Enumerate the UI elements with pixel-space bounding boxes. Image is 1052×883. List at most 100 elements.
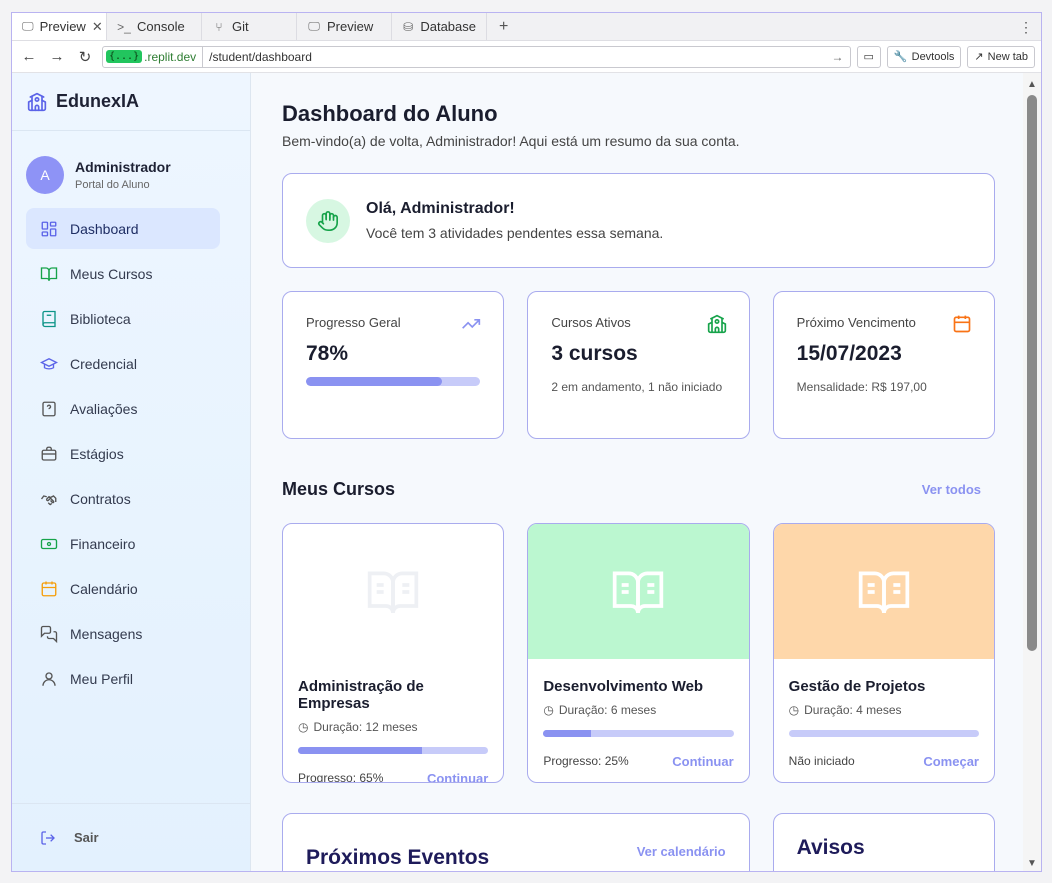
clock-icon: ◷ bbox=[298, 720, 309, 734]
banknote-icon bbox=[40, 538, 58, 549]
git-icon: ⑂ bbox=[215, 19, 223, 34]
sidebar-item-mensagens[interactable]: Mensagens bbox=[26, 613, 220, 654]
tab-preview-2[interactable]: 🖵 Preview bbox=[297, 13, 392, 40]
course-card[interactable]: Gestão de Projetos ◷ Duração: 4 meses Não… bbox=[772, 523, 995, 783]
notices-title: Avisos bbox=[796, 836, 865, 859]
progress-fill bbox=[306, 377, 442, 386]
continue-button[interactable]: Continuar bbox=[672, 754, 733, 769]
logout-label: Sair bbox=[74, 830, 99, 845]
avatar: A bbox=[26, 155, 64, 194]
course-status: Progresso: 65% bbox=[298, 771, 384, 783]
stat-label: Próximo Vencimento bbox=[796, 315, 916, 330]
sidebar-item-biblioteca[interactable]: Biblioteca bbox=[26, 298, 220, 339]
clock-icon: ◷ bbox=[543, 703, 554, 717]
sidebar-item-label: Avaliações bbox=[70, 400, 138, 417]
clock-icon: ◷ bbox=[788, 703, 800, 717]
sidebar-item-meus-cursos[interactable]: Meus Cursos bbox=[26, 253, 220, 294]
course-title: Gestão de Projetos bbox=[788, 678, 926, 695]
stat-value: 3 cursos bbox=[551, 342, 638, 365]
scroll-down-icon[interactable]: ▼ bbox=[1027, 858, 1037, 869]
logout-icon bbox=[41, 830, 55, 845]
logout-button[interactable]: Sair bbox=[12, 803, 250, 871]
brand-name: EdunexIA bbox=[56, 91, 140, 111]
course-card[interactable]: Desenvolvimento Web ◷ Duração: 6 meses Pr… bbox=[527, 523, 750, 783]
scrollbar[interactable]: ▲ ▼ bbox=[1023, 73, 1041, 871]
trending-up-icon bbox=[462, 319, 481, 329]
go-icon[interactable]: → bbox=[832, 50, 844, 64]
url-domain: {...} .replit.dev bbox=[103, 46, 204, 67]
courses-section-header: Meus Cursos Ver todos bbox=[282, 479, 995, 500]
monitor-icon: 🖵 bbox=[22, 19, 34, 33]
view-all-link[interactable]: Ver todos bbox=[922, 482, 981, 497]
sidebar-item-calendario[interactable]: Calendário bbox=[26, 568, 220, 609]
tab-label: Preview bbox=[327, 19, 374, 34]
course-duration: ◷ Duração: 6 meses bbox=[543, 703, 733, 717]
browser-window: 🖵 Preview ✕ >_ Console ⑂ Git 🖵 Preview ⛁… bbox=[11, 12, 1042, 872]
app: EdunexIA A Administrador Portal do Aluno… bbox=[12, 73, 1041, 871]
browser-tabbar: 🖵 Preview ✕ >_ Console ⑂ Git 🖵 Preview ⛁… bbox=[12, 13, 1041, 41]
monitor-icon: 🖵 bbox=[308, 19, 320, 33]
tab-label: Database bbox=[420, 19, 476, 34]
user-profile: A Administrador Portal do Aluno bbox=[12, 131, 250, 203]
course-status: Não iniciado bbox=[788, 754, 855, 768]
screen-button[interactable]: ▭ bbox=[856, 45, 881, 68]
new-tab-button[interactable]: ↗ New tab bbox=[967, 45, 1035, 68]
sidebar-item-label: Financeiro bbox=[70, 535, 136, 552]
continue-button[interactable]: Continuar bbox=[427, 771, 488, 782]
sidebar-item-avaliacoes[interactable]: Avaliações bbox=[26, 388, 220, 429]
course-duration: ◷ Duração: 12 meses bbox=[298, 720, 488, 734]
course-cover bbox=[528, 524, 749, 659]
devtools-button[interactable]: 🔧 Devtools bbox=[886, 45, 962, 68]
course-progress-bar bbox=[788, 730, 979, 737]
add-tab-button[interactable]: + bbox=[487, 13, 520, 40]
sidebar-item-meu-perfil[interactable]: Meu Perfil bbox=[26, 658, 220, 699]
stat-label: Progresso Geral bbox=[306, 315, 401, 330]
url-path: /student/dashboard bbox=[209, 49, 312, 64]
book-open-icon bbox=[367, 570, 419, 613]
user-name: Administrador bbox=[75, 158, 171, 175]
sidebar-item-estagios[interactable]: Estágios bbox=[26, 433, 220, 474]
tab-label: Console bbox=[137, 19, 185, 34]
briefcase-icon bbox=[41, 446, 57, 461]
reload-icon[interactable]: ↻ bbox=[74, 48, 96, 66]
school-icon bbox=[707, 314, 726, 334]
course-card[interactable]: Administração de Empresas ◷ Duração: 12 m… bbox=[282, 523, 505, 783]
events-panel: Próximos Eventos Ver calendário bbox=[282, 813, 750, 871]
course-progress-bar bbox=[543, 730, 734, 737]
brand[interactable]: EdunexIA bbox=[12, 73, 250, 131]
sidebar-item-contratos[interactable]: Contratos bbox=[26, 478, 220, 519]
replit-badge: {...} bbox=[106, 50, 143, 63]
scroll-up-icon[interactable]: ▲ bbox=[1027, 79, 1037, 90]
book-icon bbox=[42, 310, 56, 327]
sidebar-item-label: Calendário bbox=[70, 580, 138, 597]
handshake-icon bbox=[40, 494, 57, 505]
tab-label: Git bbox=[232, 19, 249, 34]
tab-preview[interactable]: 🖵 Preview ✕ bbox=[12, 13, 107, 40]
sidebar-item-financeiro[interactable]: Financeiro bbox=[26, 523, 220, 564]
forward-icon[interactable]: → bbox=[46, 48, 68, 65]
stats-row: Progresso Geral 78% Cursos Ativos 3 curs… bbox=[282, 291, 995, 439]
welcome-title: Olá, Administrador! bbox=[366, 200, 515, 217]
url-field[interactable]: {...} .replit.dev /student/dashboard → bbox=[102, 45, 851, 68]
more-icon[interactable]: ⋮ bbox=[1019, 19, 1033, 36]
scrollbar-thumb[interactable] bbox=[1027, 95, 1037, 651]
dashboard-icon bbox=[41, 221, 57, 236]
book-open-icon bbox=[40, 266, 58, 281]
hand-icon bbox=[306, 198, 350, 243]
start-button[interactable]: Começar bbox=[923, 754, 979, 769]
user-icon bbox=[42, 671, 56, 686]
tab-database[interactable]: ⛁ Database bbox=[392, 13, 487, 40]
graduation-cap-icon bbox=[40, 357, 58, 370]
sidebar-item-label: Dashboard bbox=[70, 220, 139, 237]
calendar-icon bbox=[41, 581, 57, 596]
question-icon bbox=[42, 401, 56, 416]
back-icon[interactable]: ← bbox=[18, 48, 40, 65]
sidebar-item-credencial[interactable]: Credencial bbox=[26, 343, 220, 384]
sidebar-item-dashboard[interactable]: Dashboard bbox=[26, 208, 220, 249]
close-icon[interactable]: ✕ bbox=[92, 19, 103, 35]
tab-git[interactable]: ⑂ Git bbox=[202, 13, 297, 40]
sidebar-item-label: Meu Perfil bbox=[70, 670, 134, 687]
view-calendar-link[interactable]: Ver calendário bbox=[637, 844, 726, 871]
course-cover bbox=[773, 524, 994, 659]
tab-console[interactable]: >_ Console bbox=[107, 13, 202, 40]
